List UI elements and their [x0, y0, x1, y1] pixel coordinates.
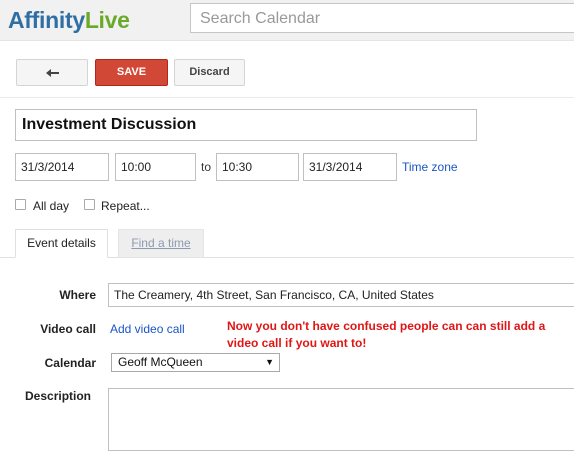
add-video-call-link[interactable]: Add video call: [110, 322, 185, 336]
annotation-note: Now you don't have confused people can c…: [227, 319, 546, 350]
discard-button[interactable]: Discard: [174, 59, 245, 86]
repeat-label[interactable]: Repeat...: [101, 199, 150, 213]
all-day-label[interactable]: All day: [33, 199, 69, 213]
to-label: to: [201, 160, 212, 174]
tab-find-a-time[interactable]: Find a time: [118, 229, 204, 258]
event-title-input[interactable]: Investment Discussion: [15, 109, 477, 141]
search-calendar-input[interactable]: Search Calendar: [190, 3, 574, 33]
where-input[interactable]: The Creamery, 4th Street, San Francisco,…: [108, 283, 574, 307]
video-call-label: Video call: [40, 322, 96, 336]
tab-event-details[interactable]: Event details: [15, 229, 108, 258]
back-arrow-icon: [46, 69, 59, 77]
time-zone-link[interactable]: Time zone: [402, 160, 458, 174]
toolbar-divider: [0, 97, 574, 98]
logo-text-live: Live: [84, 7, 130, 33]
end-time-input[interactable]: 10:30: [216, 153, 299, 181]
dropdown-arrow-icon: ▼: [265, 357, 274, 367]
description-label: Description: [25, 389, 92, 403]
start-time-input[interactable]: 10:00: [115, 153, 196, 181]
logo-text-affinity: Affinity: [8, 7, 85, 33]
calendar-label: Calendar: [44, 356, 96, 370]
back-button[interactable]: [16, 59, 88, 86]
all-day-checkbox[interactable]: [15, 199, 26, 210]
top-bar: AffinityLive Search Calendar: [0, 0, 574, 41]
start-date-input[interactable]: 31/3/2014: [15, 153, 109, 181]
where-label: Where: [59, 288, 96, 302]
description-textarea[interactable]: [108, 388, 574, 451]
affinitylive-logo[interactable]: AffinityLive: [8, 5, 130, 35]
calendar-selected-value: Geoff McQueen: [118, 355, 203, 369]
calendar-select[interactable]: Geoff McQueen ▼: [111, 353, 280, 372]
save-button[interactable]: SAVE: [95, 59, 168, 86]
end-date-input[interactable]: 31/3/2014: [303, 153, 397, 181]
repeat-checkbox[interactable]: [84, 199, 95, 210]
